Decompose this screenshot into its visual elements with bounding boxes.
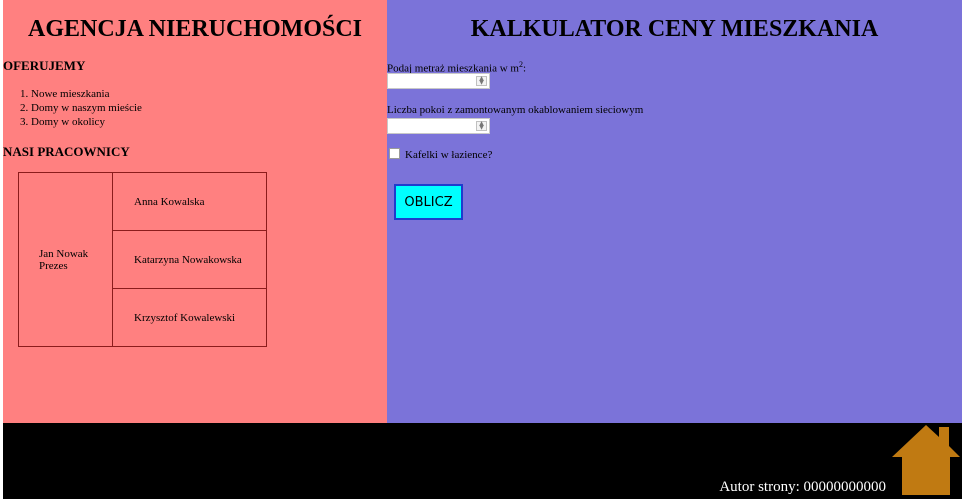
area-spinner-icon[interactable]: ▲ ▼: [476, 76, 487, 86]
rooms-field[interactable]: [388, 122, 478, 136]
boss-cell: Jan Nowak Prezes: [18, 172, 113, 347]
employee-cell: Katarzyna Nowakowska: [112, 230, 267, 289]
staff-heading: NASI PRACOWNICY: [3, 144, 130, 159]
staff-table: Jan Nowak Prezes Anna Kowalska Katarzyna…: [18, 172, 267, 347]
agency-title: AGENCJA NIERUCHOMOŚCI: [27, 16, 363, 42]
offer-list: Nowe mieszkania Domy w naszym mieście Do…: [3, 87, 142, 129]
footer: Autor strony: 00000000000: [3, 423, 962, 499]
rooms-spinner-icon[interactable]: ▲ ▼: [476, 121, 487, 131]
tiles-checkbox[interactable]: [389, 148, 400, 159]
offer-item: Domy w okolicy: [31, 115, 142, 129]
home-icon[interactable]: [890, 423, 962, 495]
rooms-input[interactable]: ▲ ▼: [387, 118, 490, 136]
area-field[interactable]: [388, 77, 478, 91]
boss-name: Jan Nowak: [39, 247, 89, 260]
rooms-label: Liczba pokoi z zamontowanym okablowaniem…: [387, 104, 644, 116]
offer-heading: OFERUJEMY: [3, 58, 86, 73]
calculate-button[interactable]: OBLICZ: [394, 184, 463, 220]
tiles-row: Kafelki w łazience?: [389, 148, 492, 161]
employee-cell: Anna Kowalska: [112, 172, 267, 231]
tiles-label: Kafelki w łazience?: [405, 149, 493, 161]
offer-item: Domy w naszym mieście: [31, 101, 142, 115]
offer-item: Nowe mieszkania: [31, 87, 142, 101]
calculator-panel: KALKULATOR CENY MIESZKANIA Podaj metraż …: [387, 0, 962, 423]
area-input[interactable]: ▲ ▼: [387, 73, 490, 91]
calculator-title: KALKULATOR CENY MIESZKANIA: [470, 16, 879, 42]
employee-cell: Krzysztof Kowalewski: [112, 288, 267, 347]
author-text: Autor strony: 00000000000: [719, 479, 886, 495]
agency-panel: AGENCJA NIERUCHOMOŚCI OFERUJEMY Nowe mie…: [3, 0, 387, 423]
table-row: Jan Nowak Prezes Anna Kowalska: [18, 172, 267, 347]
boss-role: Prezes: [39, 259, 68, 272]
